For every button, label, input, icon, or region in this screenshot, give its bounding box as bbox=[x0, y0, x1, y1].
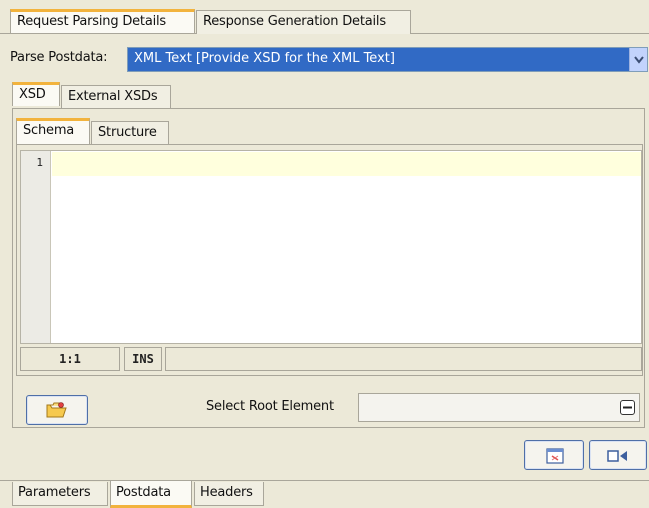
tab-label: Headers bbox=[200, 485, 253, 500]
tab-request-parsing-details[interactable]: Request Parsing Details bbox=[10, 9, 195, 33]
tab-label: Structure bbox=[98, 125, 157, 140]
parse-postdata-label: Parse Postdata: bbox=[10, 50, 108, 65]
editor-status-bar: 1:1 INS bbox=[20, 347, 642, 371]
schema-editor[interactable]: 1 bbox=[20, 150, 642, 344]
export-button[interactable] bbox=[589, 440, 647, 470]
tab-label: External XSDs bbox=[68, 89, 158, 104]
tab-label: XSD bbox=[19, 87, 46, 102]
tab-schema[interactable]: Schema bbox=[16, 118, 90, 144]
tab-external-xsds[interactable]: External XSDs bbox=[61, 85, 171, 108]
bottom-tab-strip-line bbox=[0, 480, 649, 481]
current-line-highlight bbox=[52, 152, 641, 176]
tab-label: Response Generation Details bbox=[203, 14, 386, 29]
tab-headers[interactable]: Headers bbox=[194, 482, 264, 506]
insert-mode-indicator: INS bbox=[124, 347, 162, 371]
open-file-button[interactable] bbox=[26, 395, 88, 425]
line-number-gutter: 1 bbox=[21, 151, 51, 343]
tab-structure[interactable]: Structure bbox=[91, 121, 169, 144]
tab-response-generation-details[interactable]: Response Generation Details bbox=[196, 10, 411, 34]
tab-label: Schema bbox=[23, 123, 75, 138]
ellipsis-icon[interactable] bbox=[620, 400, 635, 415]
tab-xsd[interactable]: XSD bbox=[12, 82, 60, 106]
line-number: 1 bbox=[36, 156, 43, 169]
tab-label: Parameters bbox=[18, 485, 91, 500]
parse-postdata-value: XML Text [Provide XSD for the XML Text] bbox=[134, 51, 395, 66]
root-element-field[interactable] bbox=[358, 393, 640, 422]
cursor-position: 1:1 bbox=[20, 347, 120, 371]
preview-button[interactable] bbox=[524, 440, 584, 470]
status-message bbox=[165, 347, 642, 371]
folder-icon bbox=[46, 402, 67, 418]
tab-parameters[interactable]: Parameters bbox=[12, 482, 108, 506]
export-arrow-icon bbox=[607, 450, 627, 462]
tab-label: Request Parsing Details bbox=[17, 14, 166, 29]
window-icon bbox=[546, 448, 564, 464]
select-root-element-label: Select Root Element bbox=[206, 399, 334, 414]
chevron-down-icon[interactable] bbox=[629, 48, 647, 71]
tab-postdata[interactable]: Postdata bbox=[110, 481, 192, 508]
tab-label: Postdata bbox=[116, 485, 171, 500]
parse-postdata-select[interactable]: XML Text [Provide XSD for the XML Text] bbox=[127, 47, 648, 72]
